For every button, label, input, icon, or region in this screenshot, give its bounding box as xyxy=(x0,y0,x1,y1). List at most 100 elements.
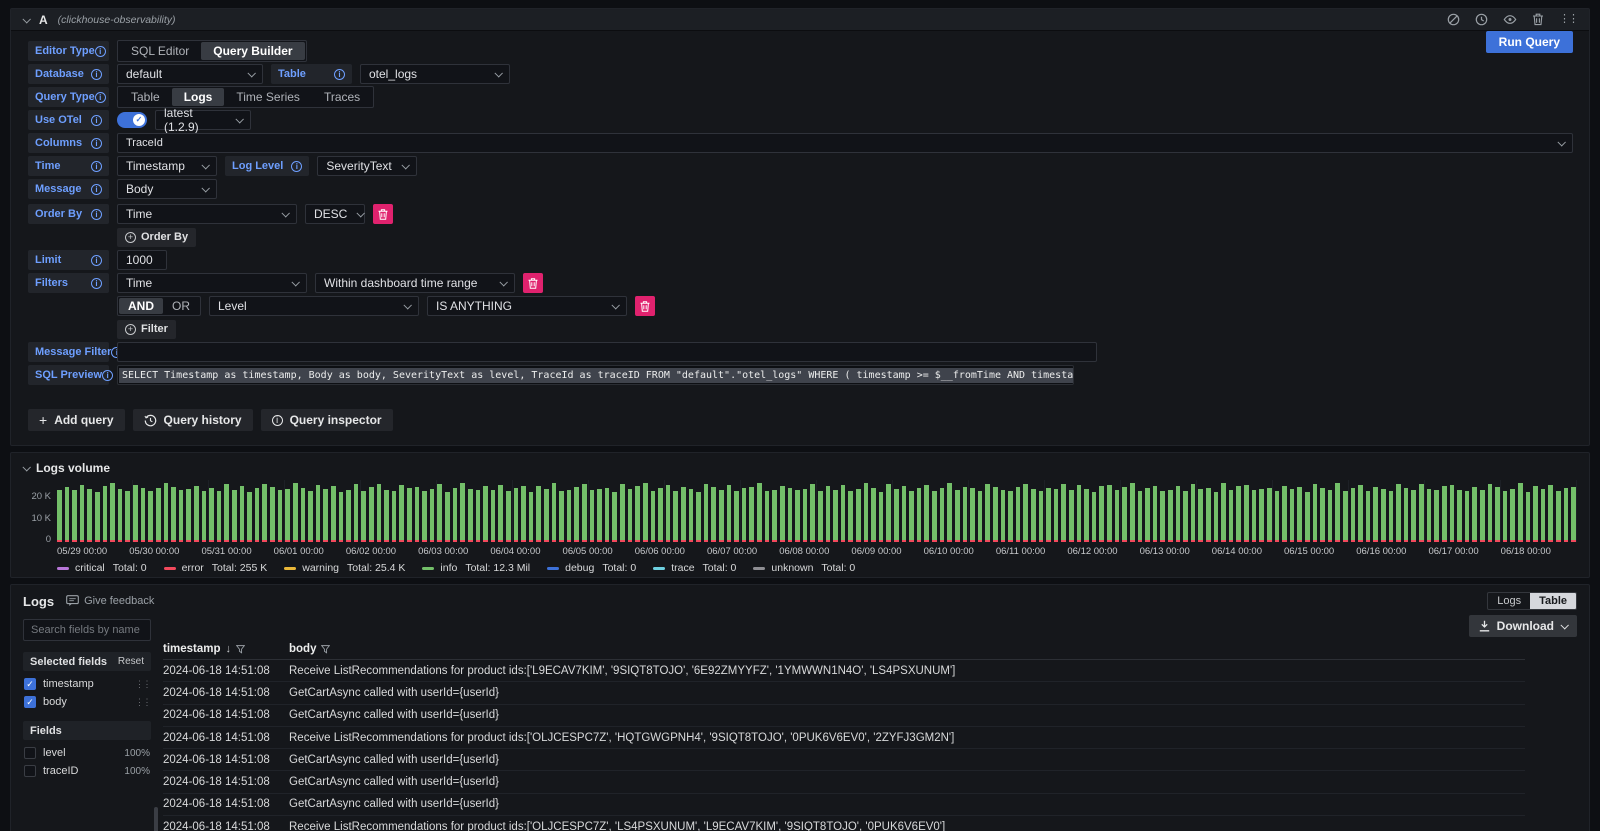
volume-bar[interactable] xyxy=(1351,480,1356,542)
sort-desc-icon[interactable]: ↓ xyxy=(226,643,232,655)
info-icon[interactable]: i xyxy=(91,278,102,289)
volume-bar[interactable] xyxy=(757,480,762,542)
volume-bar[interactable] xyxy=(506,480,511,542)
query-inspector-button[interactable]: i Query inspector xyxy=(261,409,393,431)
volume-bar[interactable] xyxy=(141,480,146,542)
volume-bar[interactable] xyxy=(605,480,610,542)
volume-bar[interactable] xyxy=(148,480,153,542)
volume-bar[interactable] xyxy=(734,480,739,542)
filter-funnel-icon[interactable] xyxy=(236,645,245,654)
volume-bar[interactable] xyxy=(826,480,831,542)
view-table-button[interactable]: Table xyxy=(1530,593,1576,609)
legend-item-trace[interactable]: traceTotal: 0 xyxy=(653,562,736,574)
volume-bar[interactable] xyxy=(1510,480,1515,542)
volume-bar[interactable] xyxy=(133,480,138,542)
volume-bar[interactable] xyxy=(407,480,412,542)
legend-item-warning[interactable]: warningTotal: 25.4 K xyxy=(284,562,405,574)
volume-bar[interactable] xyxy=(392,480,397,542)
volume-bar[interactable] xyxy=(202,480,207,542)
field-checkbox-unchecked[interactable] xyxy=(24,747,36,759)
volume-bar[interactable] xyxy=(1275,480,1280,542)
volume-bar[interactable] xyxy=(186,480,191,542)
query-type-logs-tab[interactable]: Logs xyxy=(172,88,225,106)
volume-bar[interactable] xyxy=(262,480,267,542)
legend-item-debug[interactable]: debugTotal: 0 xyxy=(547,562,636,574)
volume-bar[interactable] xyxy=(1122,480,1127,542)
volume-bar[interactable] xyxy=(430,480,435,542)
volume-bar[interactable] xyxy=(666,480,671,542)
volume-bar[interactable] xyxy=(848,480,853,542)
volume-bar[interactable] xyxy=(742,480,747,542)
volume-bar[interactable] xyxy=(1556,480,1561,542)
time-column-select[interactable]: Timestamp xyxy=(117,156,217,176)
volume-bar[interactable] xyxy=(514,480,519,542)
volume-bar[interactable] xyxy=(156,480,161,542)
volume-bar[interactable] xyxy=(681,480,686,542)
volume-bar[interactable] xyxy=(384,480,389,542)
volume-bar[interactable] xyxy=(346,480,351,542)
volume-bar[interactable] xyxy=(727,480,732,542)
volume-bar[interactable] xyxy=(164,480,169,542)
volume-bar[interactable] xyxy=(445,480,450,542)
volume-bar[interactable] xyxy=(1267,480,1272,542)
volume-bar[interactable] xyxy=(552,480,557,542)
volume-bar[interactable] xyxy=(1176,480,1181,542)
volume-bar[interactable] xyxy=(1442,480,1447,542)
volume-bar[interactable] xyxy=(491,480,496,542)
volume-bar[interactable] xyxy=(1335,480,1340,542)
columns-multiselect[interactable]: TraceId xyxy=(117,133,1573,153)
table-row[interactable]: 2024-06-18 14:51:08Receive ListRecommend… xyxy=(163,660,1525,682)
volume-bar[interactable] xyxy=(1541,480,1546,542)
filter-level-condition-select[interactable]: IS ANYTHING xyxy=(427,296,627,316)
volume-bar[interactable] xyxy=(1046,480,1051,542)
volume-bar[interactable] xyxy=(1465,480,1470,542)
field-checkbox-checked[interactable]: ✓ xyxy=(24,678,36,690)
volume-bar[interactable] xyxy=(278,480,283,542)
info-icon[interactable]: i xyxy=(91,115,102,126)
volume-bar[interactable] xyxy=(993,480,998,542)
volume-bar[interactable] xyxy=(567,480,572,542)
volume-bar[interactable] xyxy=(1427,480,1432,542)
volume-bar[interactable] xyxy=(772,480,777,542)
volume-bar[interactable] xyxy=(597,480,602,542)
volume-bar[interactable] xyxy=(1016,480,1021,542)
info-icon[interactable]: i xyxy=(334,69,345,80)
volume-bar[interactable] xyxy=(1130,480,1135,542)
filter-level-field-select[interactable]: Level xyxy=(209,296,419,316)
volume-bar[interactable] xyxy=(529,480,534,542)
volume-bar[interactable] xyxy=(749,480,754,542)
legend-item-error[interactable]: errorTotal: 255 K xyxy=(164,562,268,574)
volume-bar[interactable] xyxy=(65,480,70,542)
filter-condition-select[interactable]: Within dashboard time range xyxy=(315,273,515,293)
info-icon[interactable]: i xyxy=(91,184,102,195)
reset-fields-button[interactable]: Reset xyxy=(118,656,144,667)
volume-bar[interactable] xyxy=(1472,480,1477,542)
disable-query-icon[interactable] xyxy=(1447,13,1460,26)
remove-order-by-button[interactable] xyxy=(373,204,393,224)
info-icon[interactable]: i xyxy=(102,370,113,381)
volume-bar[interactable] xyxy=(788,480,793,542)
volume-bar[interactable] xyxy=(1168,480,1173,542)
volume-bar[interactable] xyxy=(285,480,290,542)
volume-bar[interactable] xyxy=(1518,480,1523,542)
volume-bar[interactable] xyxy=(1160,480,1165,542)
volume-bar[interactable] xyxy=(1039,480,1044,542)
add-query-button[interactable]: + Add query xyxy=(28,409,125,431)
volume-bar[interactable] xyxy=(1221,480,1226,542)
volume-bar[interactable] xyxy=(917,480,922,542)
volume-bar[interactable] xyxy=(453,480,458,542)
table-row[interactable]: 2024-06-18 14:51:08Receive ListRecommend… xyxy=(163,816,1525,831)
volume-bar[interactable] xyxy=(780,480,785,542)
volume-bar[interactable] xyxy=(1313,480,1318,542)
drag-handle-icon[interactable]: ⋮⋮ xyxy=(1559,14,1577,25)
volume-bar[interactable] xyxy=(1305,480,1310,542)
volume-bar[interactable] xyxy=(80,480,85,542)
volume-bar[interactable] xyxy=(1031,480,1036,542)
view-logs-button[interactable]: Logs xyxy=(1488,593,1530,609)
volume-bar[interactable] xyxy=(947,480,952,542)
volume-bar[interactable] xyxy=(1183,480,1188,542)
volume-bar[interactable] xyxy=(521,480,526,542)
table-row[interactable]: 2024-06-18 14:51:08GetCartAsync called w… xyxy=(163,705,1525,727)
download-button[interactable]: Download xyxy=(1469,615,1577,637)
volume-bar[interactable] xyxy=(1381,480,1386,542)
